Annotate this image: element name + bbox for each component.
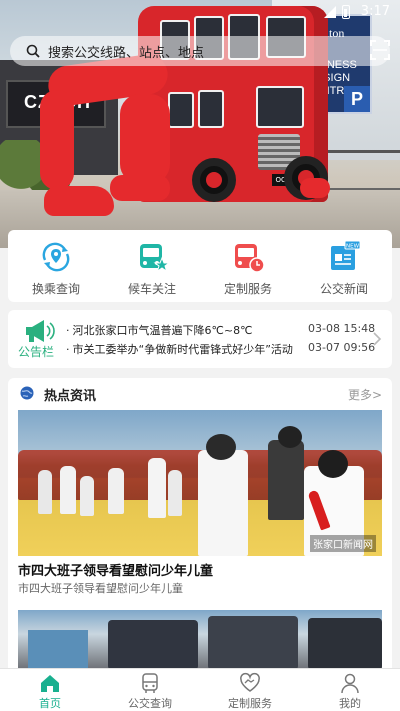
sculpture-foot (300, 178, 330, 198)
bottom-tab-bar: 首页 公交查询 定制服务 我的 (0, 668, 400, 711)
bus-clock-icon (235, 244, 265, 273)
sculpture-hand (110, 175, 170, 201)
quick-item-news[interactable]: NEW 公交新闻 (296, 230, 392, 302)
notice-board[interactable]: 公告栏 · 河北张家口市气温普遍下降6℃~8℃ 03-08 15:48 · 市关工委… (8, 310, 392, 368)
search-icon (26, 44, 40, 58)
home-icon (41, 675, 59, 692)
news-summary: 市四大班子领导看望慰问少年儿童 (18, 582, 183, 595)
clock: 3:17 (360, 4, 390, 19)
news-title[interactable]: 市四大班子领导看望慰问少年儿童 (18, 560, 213, 579)
handshake-heart-icon (240, 672, 260, 692)
parking-sign: P (344, 86, 370, 112)
scan-icon[interactable] (370, 40, 390, 60)
news-image[interactable] (18, 610, 382, 668)
tab-custom-service[interactable]: 定制服务 (200, 669, 300, 711)
quick-item-custom[interactable]: 定制服务 (200, 230, 296, 302)
sculpture-body (120, 94, 170, 184)
megaphone-icon (26, 320, 55, 342)
notice-date: 03-07 09:56 (308, 341, 376, 354)
quick-item-waiting[interactable]: 候车关注 (104, 230, 200, 302)
svg-text:NEW: NEW (346, 244, 360, 250)
notice-date: 03-08 15:48 (308, 322, 376, 335)
quick-item-transfer[interactable]: 换乘查询 (8, 230, 104, 302)
search-input[interactable]: 搜索公交线路、站点、地点 (10, 36, 390, 66)
route-pin-icon (42, 242, 70, 272)
notice-item[interactable]: · 市关工委举办“争做新时代雷锋式好少年”活动 (66, 341, 293, 357)
watermark: 张家口新闻网 (310, 535, 376, 552)
bus-wheel (192, 158, 236, 202)
user-icon (341, 673, 359, 694)
sculpture-arm (40, 90, 74, 190)
search-placeholder: 搜索公交线路、站点、地点 (48, 45, 205, 61)
hot-news-section: 热点资讯 更多> 张家口新闻网 市四大班子领导看望慰问少年儿童 市四大班子领导看… (8, 378, 392, 668)
news-header: 热点资讯 更多> (8, 378, 392, 408)
signal-icon (324, 6, 336, 18)
sculpture-hand (44, 186, 114, 216)
globe-icon (20, 386, 34, 400)
notice-tag: 公告栏 (18, 345, 55, 359)
battery-icon (342, 5, 350, 19)
more-link[interactable]: 更多> (348, 386, 382, 403)
tab-profile[interactable]: 我的 (300, 669, 400, 711)
newspaper-icon: NEW (331, 240, 361, 270)
chevron-right-icon (373, 332, 382, 346)
news-image[interactable]: 张家口新闻网 (18, 410, 382, 556)
quick-menu: 换乘查询 候车关注 定制服务 NEW 公交新闻 (8, 230, 392, 302)
section-title: 热点资讯 (44, 389, 97, 404)
tab-bus-query[interactable]: 公交查询 (100, 669, 200, 711)
notice-item[interactable]: · 河北张家口市气温普遍下降6℃~8℃ (66, 322, 252, 338)
bus-star-icon (140, 244, 169, 273)
bus-icon (142, 673, 158, 693)
status-bar: 3:17 (0, 0, 400, 24)
railing (320, 150, 400, 190)
tab-home[interactable]: 首页 (0, 669, 100, 711)
